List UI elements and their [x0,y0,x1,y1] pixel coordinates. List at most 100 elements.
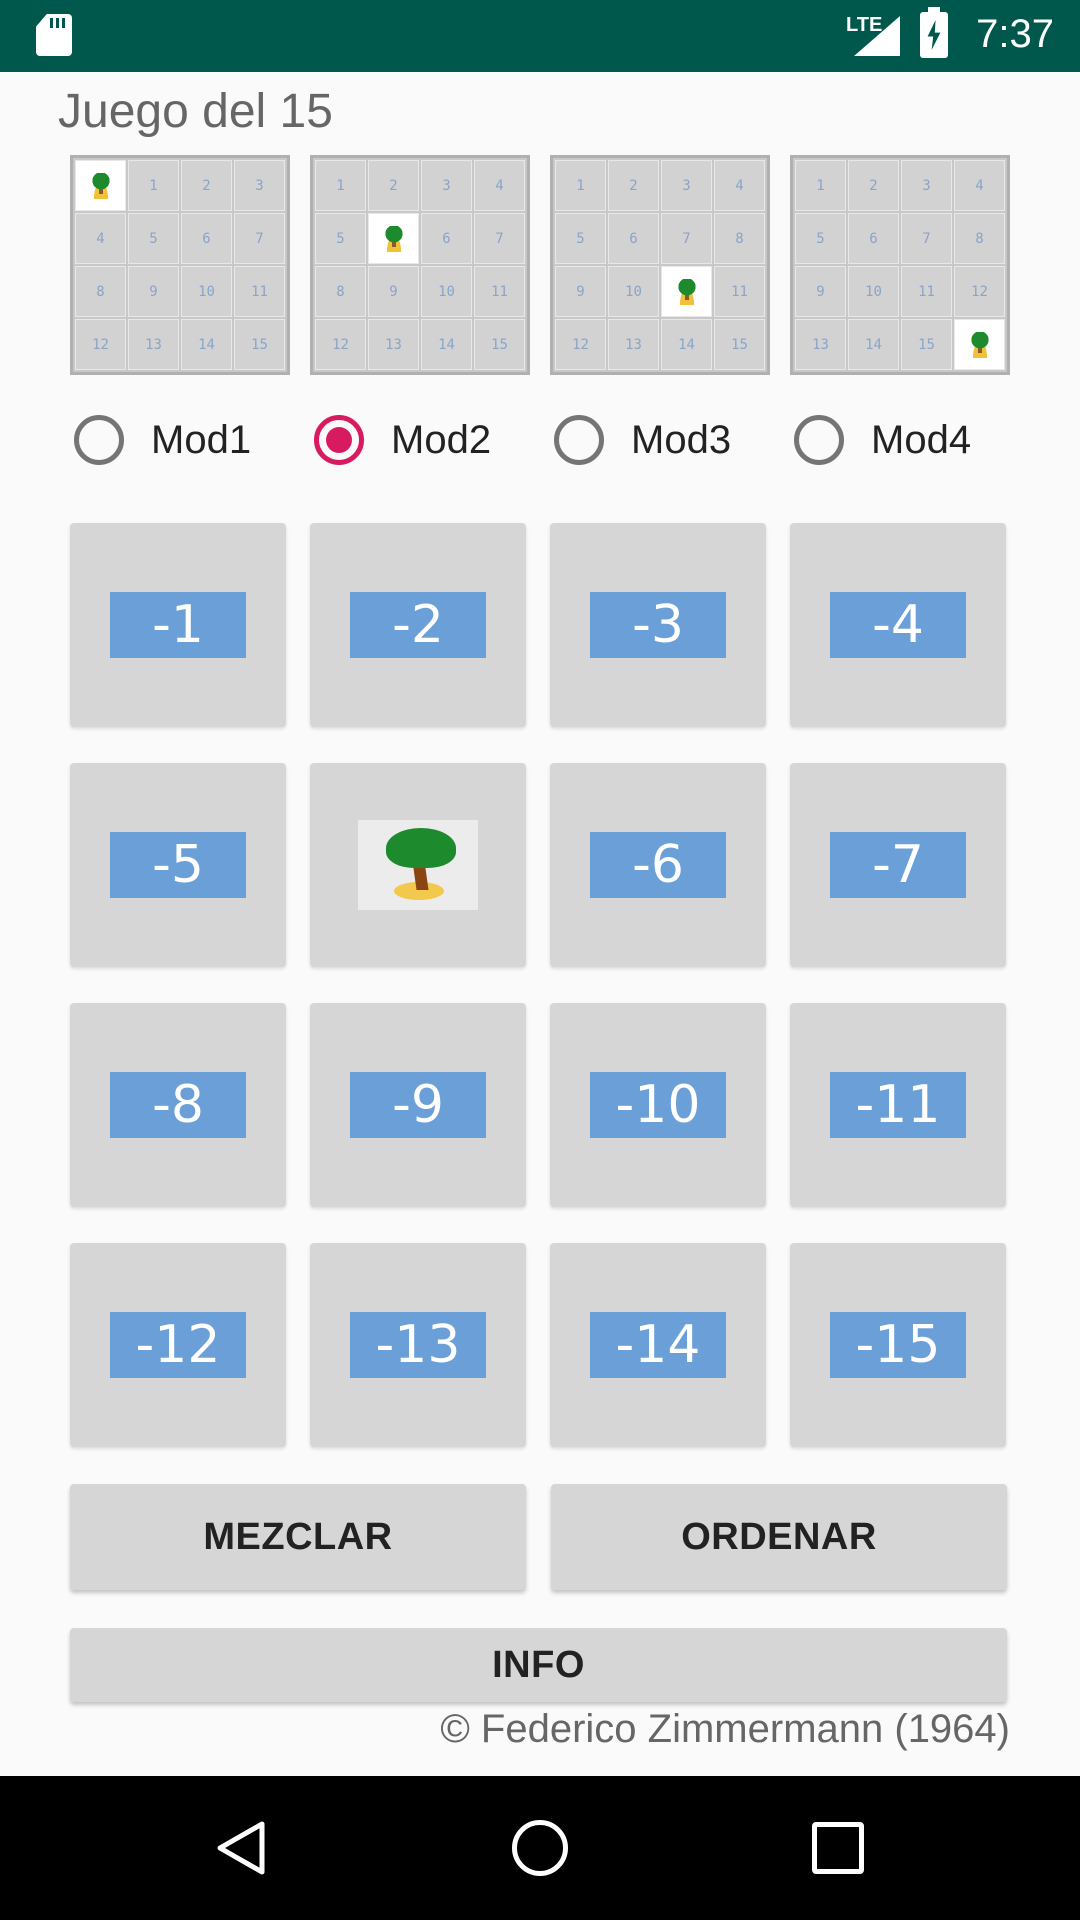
thumbnail-tile: 9 [795,266,846,317]
radio-mod4[interactable]: Mod4 [794,405,971,475]
puzzle-board: -1 -2 -3 -4 -5 -6 -7 -8 -9 -10 -11 -12 -13 -14 -15 [70,523,1010,1449]
puzzle-tile[interactable]: -4 [790,523,1006,727]
thumbnail-tile: 13 [608,319,659,370]
navigation-bar [0,1776,1080,1920]
radio-checked-icon[interactable] [314,415,364,465]
home-icon[interactable] [512,1820,568,1876]
puzzle-tile[interactable]: -6 [550,763,766,967]
puzzle-tile[interactable]: -13 [310,1243,526,1447]
puzzle-tile[interactable]: -14 [550,1243,766,1447]
recent-apps-icon[interactable] [812,1822,864,1874]
puzzle-tile[interactable]: -10 [550,1003,766,1207]
tile-number: -12 [110,1312,246,1378]
thumbnail-tile: 13 [368,319,419,370]
thumbnail-tile: 8 [954,213,1005,264]
thumbnail-blank-tile [368,213,419,264]
thumbnail-tile: 12 [555,319,606,370]
puzzle-tile[interactable]: -11 [790,1003,1006,1207]
palm-island-icon [382,225,405,252]
thumbnail-tile: 1 [128,160,179,211]
thumbnail-tile: 1 [555,160,606,211]
thumbnail-tile: 3 [234,160,285,211]
mode-radio-group: Mod1 Mod2 Mod3 Mod4 [74,405,1034,475]
thumbnail-tile: 4 [75,213,126,264]
thumbnail-tile: 15 [234,319,285,370]
thumbnail-tile: 10 [181,266,232,317]
tile-number: -11 [830,1072,966,1138]
thumbnail-tile: 2 [848,160,899,211]
thumbnail-tile: 5 [795,213,846,264]
thumbnail-tile: 5 [128,213,179,264]
thumbnail-tile: 9 [555,266,606,317]
thumbnail-blank-tile [661,266,712,317]
thumbnail-blank-tile [954,319,1005,370]
radio-label: Mod1 [151,417,252,462]
info-button[interactable]: INFO [70,1628,1007,1702]
thumbnail-tile: 6 [608,213,659,264]
thumbnail-tile: 12 [954,266,1005,317]
thumbnail-tile: 11 [474,266,525,317]
thumbnail-tile: 4 [714,160,765,211]
radio-label: Mod3 [631,417,732,462]
radio-mod2[interactable]: Mod2 [314,405,491,475]
thumbnail-tile: 14 [181,319,232,370]
thumbnail-blank-tile [75,160,126,211]
thumbnail-tile: 2 [608,160,659,211]
radio-unchecked-icon[interactable] [74,415,124,465]
thumbnail-tile: 6 [848,213,899,264]
thumbnail-tile: 4 [474,160,525,211]
tile-number: -6 [590,832,726,898]
back-icon[interactable] [214,1820,270,1876]
radio-label: Mod4 [871,417,972,462]
thumbnail-tile: 4 [954,160,1005,211]
puzzle-tile[interactable]: -7 [790,763,1006,967]
puzzle-tile[interactable]: -9 [310,1003,526,1207]
puzzle-tile[interactable]: -5 [70,763,286,967]
thumbnail-tile: 6 [421,213,472,264]
palm-island-icon [675,278,698,305]
thumbnail-mod2: 1 2 3 4 5 6 7 8 9 10 11 12 13 14 15 [310,155,530,375]
radio-mod1[interactable]: Mod1 [74,405,251,475]
thumbnail-tile: 15 [714,319,765,370]
thumbnail-tile: 15 [901,319,952,370]
thumbnail-tile: 14 [661,319,712,370]
thumbnail-tile: 1 [795,160,846,211]
palm-island-icon [968,331,991,358]
puzzle-tile[interactable]: -2 [310,523,526,727]
puzzle-tile[interactable]: -3 [550,523,766,727]
thumbnail-tile: 1 [315,160,366,211]
thumbnail-tile: 10 [848,266,899,317]
radio-mod3[interactable]: Mod3 [554,405,731,475]
network-type: LTE [846,14,883,36]
battery-charging-icon [920,7,948,58]
thumbnail-mod3: 1 2 3 4 5 6 7 8 9 10 11 12 13 14 15 [550,155,770,375]
tile-number: -14 [590,1312,726,1378]
sort-button[interactable]: ORDENAR [551,1484,1007,1590]
puzzle-tile[interactable]: -15 [790,1243,1006,1447]
thumbnail-tile: 7 [234,213,285,264]
radio-unchecked-icon[interactable] [554,415,604,465]
tile-number: -3 [590,592,726,658]
puzzle-tile[interactable]: -8 [70,1003,286,1207]
thumbnail-tile: 12 [315,319,366,370]
thumbnail-tile: 5 [555,213,606,264]
thumbnail-tile: 5 [315,213,366,264]
thumbnail-tile: 14 [848,319,899,370]
thumbnail-tile: 3 [421,160,472,211]
thumbnail-tile: 3 [901,160,952,211]
shuffle-button[interactable]: MEZCLAR [70,1484,526,1590]
puzzle-tile[interactable]: -1 [70,523,286,727]
status-bar: LTE 7:37 [0,0,1080,72]
thumbnail-tile: 9 [128,266,179,317]
copyright-text: © Federico Zimmermann (1964) [440,1707,1010,1751]
thumbnail-tile: 8 [315,266,366,317]
puzzle-tile[interactable]: -12 [70,1243,286,1447]
radio-unchecked-icon[interactable] [794,415,844,465]
tile-number: -13 [350,1312,486,1378]
palm-island-icon [358,820,478,910]
radio-label: Mod2 [391,417,492,462]
thumbnail-tile: 13 [128,319,179,370]
tile-number: -15 [830,1312,966,1378]
thumbnail-tile: 11 [714,266,765,317]
empty-tile[interactable] [310,763,526,967]
